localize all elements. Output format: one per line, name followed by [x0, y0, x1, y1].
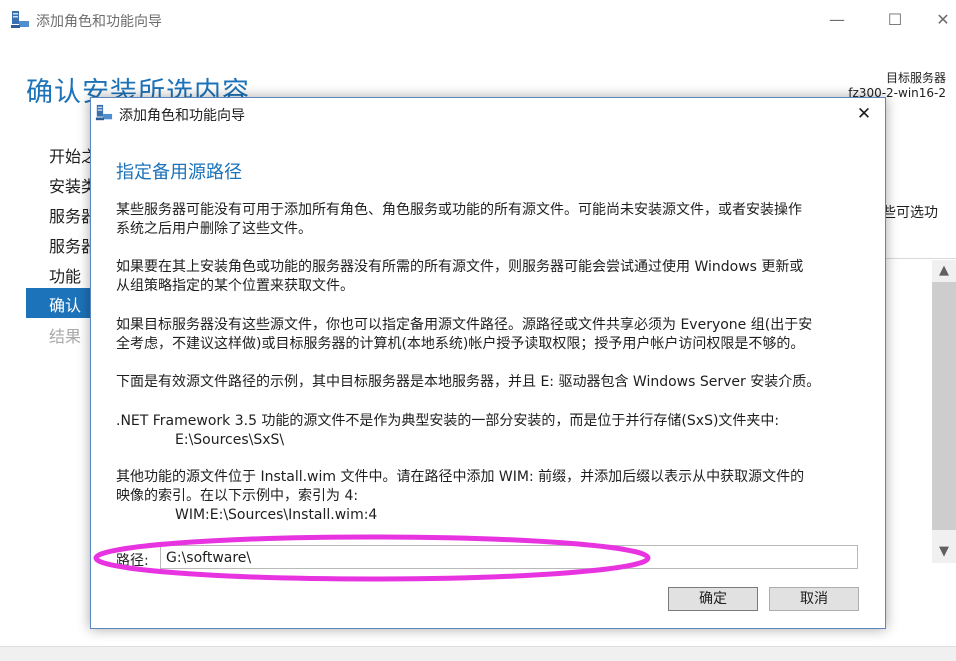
server-manager-icon: [95, 104, 113, 121]
nav-item-results: 结果: [49, 327, 82, 346]
info-paragraph: 全考虑，不建议这样做)或目标服务器的计算机(本地系统)帐户授予读取权限；授予用户…: [116, 336, 805, 352]
info-paragraph: 某些服务器可能没有可用于添加所有角色、角色服务或功能的所有源文件。可能尚未安装源…: [116, 202, 802, 218]
server-manager-icon: [11, 11, 29, 28]
target-server-label: 目标服务器: [885, 71, 946, 85]
dialog-heading: 指定备用源路径: [116, 162, 242, 183]
info-paragraph: 如果目标服务器没有这些源文件，你也可以指定备用源文件路径。源路径或文件共享必须为…: [116, 317, 813, 333]
info-paragraph: 系统之后用户删除了这些文件。: [116, 221, 312, 237]
close-icon[interactable]: ✕: [848, 101, 880, 127]
outer-window-title: 添加角色和功能向导: [36, 14, 162, 30]
maximize-icon[interactable]: ☐: [872, 6, 918, 34]
info-paragraph: 其他功能的源文件位于 Install.wim 文件中。请在路径中添加 WIM: …: [116, 469, 805, 485]
nav-item-features[interactable]: 功能: [49, 263, 81, 287]
nav-item-confirm[interactable]: 确认: [49, 292, 81, 316]
example-path: WIM:E:\Sources\Install.wim:4: [175, 507, 378, 523]
outer-footer: [0, 646, 956, 661]
close-icon[interactable]: ✕: [920, 6, 956, 34]
cancel-button[interactable]: 取消: [769, 587, 859, 611]
outer-description-text: 些可选功: [882, 205, 938, 221]
ok-button[interactable]: 确定: [668, 587, 758, 611]
scroll-up-icon[interactable]: ▲: [932, 260, 956, 282]
info-paragraph: .NET Framework 3.5 功能的源文件不是作为典型安装的一部分安装的…: [116, 413, 780, 429]
highlight-ellipse-annotation: [93, 534, 651, 582]
info-paragraph: 如果要在其上安装角色或功能的服务器没有所需的所有源文件，则服务器可能会尝试通过使…: [116, 259, 804, 275]
example-path: E:\Sources\SxS\: [175, 432, 285, 448]
scrollbar-thumb[interactable]: [932, 282, 956, 530]
minimize-icon[interactable]: —: [814, 6, 860, 34]
info-paragraph: 下面是有效源文件路径的示例，其中目标服务器是本地服务器，并且 E: 驱动器包含 …: [116, 374, 821, 390]
scroll-down-icon[interactable]: ▼: [932, 541, 956, 563]
info-paragraph: 映像的索引。在以下示例中，索引为 4:: [116, 488, 359, 504]
info-paragraph: 从组策略指定的某个位置来获取文件。: [116, 278, 354, 294]
dialog-title: 添加角色和功能向导: [119, 108, 245, 124]
